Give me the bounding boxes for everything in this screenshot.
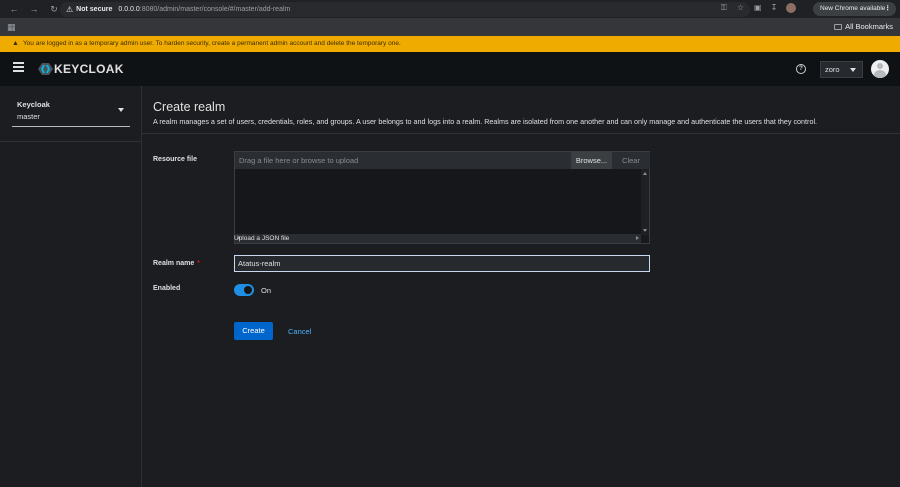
menu-dots-icon[interactable]: ⋮: [885, 2, 892, 16]
page-header: Create realm A realm manages a set of us…: [142, 86, 900, 134]
browser-toolbar: ← → ↻ ⚠ Not secure 0.0.0.0:8080/admin/ma…: [0, 0, 900, 18]
file-upload[interactable]: Drag a file here or browse to upload Bro…: [234, 151, 650, 244]
browse-button[interactable]: Browse...: [571, 152, 612, 169]
enabled-label: Enabled: [153, 285, 181, 292]
upload-helper-text: Upload a JSON file: [234, 235, 290, 242]
reload-icon[interactable]: ↻: [48, 3, 60, 15]
sidebar: Keycloak master: [0, 86, 142, 487]
bookmarks-bar: ▦ All Bookmarks: [0, 18, 900, 36]
scroll-right-icon: [636, 236, 639, 240]
realm-name-input[interactable]: [234, 255, 650, 272]
caret-down-icon: [850, 68, 856, 72]
create-realm-form: Resource file Drag a file here or browse…: [142, 134, 900, 487]
warning-icon: ▲: [12, 40, 19, 47]
create-button[interactable]: Create: [234, 322, 273, 340]
realm-selector[interactable]: Keycloak master: [12, 96, 130, 127]
key-icon[interactable]: ⚿: [721, 3, 727, 13]
apps-grid-icon[interactable]: ▦: [7, 22, 16, 33]
required-mark: *: [197, 260, 200, 267]
user-name: zoro: [825, 65, 840, 74]
page-description: A realm manages a set of users, credenti…: [153, 117, 818, 126]
vertical-scrollbar[interactable]: [641, 169, 649, 235]
profile-icon[interactable]: [786, 3, 797, 13]
scroll-down-icon: [643, 229, 647, 232]
url-host: 0.0.0.0: [118, 6, 140, 13]
horizontal-scrollbar[interactable]: [235, 234, 641, 243]
realm-name-label-text: Realm name: [153, 260, 195, 267]
address-bar[interactable]: ⚠ Not secure 0.0.0.0:8080/admin/master/c…: [60, 2, 750, 17]
enabled-toggle[interactable]: [234, 284, 254, 296]
scroll-up-icon: [643, 172, 647, 175]
extensions-icon[interactable]: ▣: [754, 3, 762, 13]
keycloak-logo-icon: [38, 63, 53, 75]
download-icon[interactable]: ↧: [771, 3, 778, 13]
sidebar-divider: [0, 141, 142, 142]
file-drop-input[interactable]: Drag a file here or browse to upload: [235, 152, 571, 169]
new-chrome-label: New Chrome available: [820, 5, 886, 12]
all-bookmarks-label: All Bookmarks: [845, 22, 893, 31]
help-icon[interactable]: ?: [796, 64, 806, 74]
enabled-state-label: On: [261, 286, 272, 295]
bookmark-star-icon[interactable]: ☆: [737, 3, 744, 13]
keycloak-logo[interactable]: KEYCLOAK: [38, 62, 124, 76]
new-chrome-button[interactable]: New Chrome available ⋮: [813, 2, 896, 16]
forward-icon[interactable]: →: [28, 3, 40, 15]
avatar[interactable]: [871, 60, 889, 78]
temporary-admin-banner: ▲ You are logged in as a temporary admin …: [0, 36, 900, 52]
file-content-textarea[interactable]: [235, 169, 641, 234]
cancel-link[interactable]: Cancel: [288, 327, 311, 336]
security-label[interactable]: Not secure: [76, 6, 112, 13]
all-bookmarks-button[interactable]: All Bookmarks: [834, 22, 893, 31]
hamburger-menu-icon[interactable]: [13, 62, 24, 72]
resource-file-label: Resource file: [153, 156, 197, 163]
toggle-knob: [244, 286, 252, 294]
not-secure-icon[interactable]: ⚠: [66, 5, 73, 14]
page-title: Create realm: [153, 100, 226, 114]
masthead: KEYCLOAK ? zoro: [0, 52, 900, 86]
url-path: :8080/admin/master/console/#/master/add-…: [139, 6, 291, 13]
user-dropdown[interactable]: zoro: [820, 61, 863, 78]
folder-icon: [834, 24, 843, 30]
banner-text: You are logged in as a temporary admin u…: [22, 40, 401, 47]
caret-down-icon: [118, 108, 124, 112]
clear-button[interactable]: Clear: [612, 152, 650, 169]
back-icon[interactable]: ←: [8, 3, 20, 15]
logo-text: KEYCLOAK: [54, 62, 124, 76]
realm-selector-value: master: [17, 112, 40, 121]
realm-name-label: Realm name *: [153, 260, 200, 267]
realm-selector-title: Keycloak: [17, 100, 50, 109]
